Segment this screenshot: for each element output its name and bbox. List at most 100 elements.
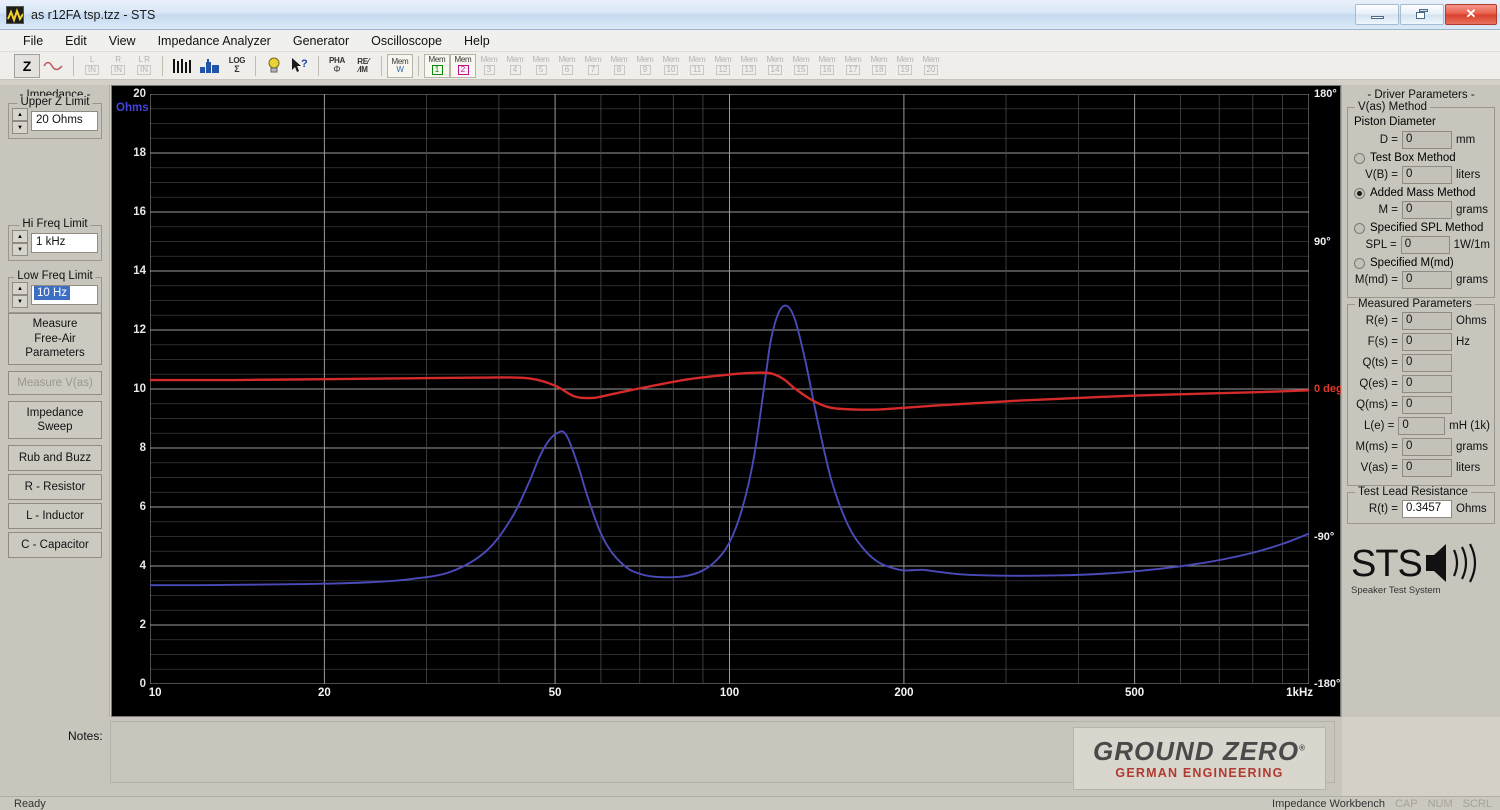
measured-input[interactable]: 0 xyxy=(1398,417,1445,435)
measured-input[interactable]: 0 xyxy=(1402,438,1452,456)
y-tick-label: 20 xyxy=(133,88,146,100)
mem-button-11[interactable]: Mem11 xyxy=(684,54,710,78)
measured-input[interactable]: 0 xyxy=(1402,459,1452,477)
rub-and-buzz-button[interactable]: Rub and Buzz xyxy=(8,445,102,471)
mem-button-17[interactable]: Mem17 xyxy=(840,54,866,78)
mem-button-18[interactable]: Mem18 xyxy=(866,54,892,78)
maximize-restore-button[interactable] xyxy=(1400,4,1444,25)
mem-button-5[interactable]: Mem5 xyxy=(528,54,554,78)
test-box-method-radio[interactable]: Test Box Method xyxy=(1354,152,1490,164)
hi-freq-input[interactable]: 1 kHz xyxy=(31,233,98,253)
mem-button-9[interactable]: Mem9 xyxy=(632,54,658,78)
radio-icon xyxy=(1354,258,1365,269)
mem-button-16[interactable]: Mem16 xyxy=(814,54,840,78)
vb-input[interactable]: 0 xyxy=(1402,166,1452,184)
mem-button-15[interactable]: Mem15 xyxy=(788,54,814,78)
mem-button-14[interactable]: Mem14 xyxy=(762,54,788,78)
mem-button-number: 7 xyxy=(588,65,599,75)
mem-button-7[interactable]: Mem7 xyxy=(580,54,606,78)
mem-button-number: 18 xyxy=(872,65,887,75)
mmd-input[interactable]: 0 xyxy=(1402,271,1452,289)
piston-diameter-label: Piston Diameter xyxy=(1354,116,1490,128)
log-freq-button[interactable]: LOGΣ xyxy=(224,54,250,78)
spectrum-button[interactable] xyxy=(168,54,196,78)
c-capacitor-button[interactable]: C - Capacitor xyxy=(8,532,102,558)
vas-method-legend: V(as) Method xyxy=(1355,101,1430,113)
mem-button-3[interactable]: Mem3 xyxy=(476,54,502,78)
measured-input[interactable]: 0 xyxy=(1402,375,1452,393)
upper-z-input[interactable]: 20 Ohms xyxy=(31,111,98,131)
mem-button-number: 2 xyxy=(458,65,469,75)
mem-button-20[interactable]: Mem20 xyxy=(918,54,944,78)
menu-oscilloscope[interactable]: Oscilloscope xyxy=(360,32,453,50)
low-freq-input[interactable]: 10 Hz xyxy=(31,285,98,305)
m-input[interactable]: 0 xyxy=(1402,201,1452,219)
mem-button-4[interactable]: Mem4 xyxy=(502,54,528,78)
waveform-button[interactable] xyxy=(40,54,68,78)
menu-generator[interactable]: Generator xyxy=(282,32,360,50)
lr-in-button[interactable]: L RIN xyxy=(131,54,157,78)
mem-button-6[interactable]: Mem6 xyxy=(554,54,580,78)
low-freq-spinner[interactable]: ▲▼ xyxy=(12,282,28,308)
mem-button-label: Mem xyxy=(845,56,862,64)
status-num: NUM xyxy=(1428,798,1453,810)
measured-input[interactable]: 0 xyxy=(1402,333,1452,351)
measured-input[interactable]: 0 xyxy=(1402,312,1452,330)
menu-impedance-analyzer[interactable]: Impedance Analyzer xyxy=(147,32,282,50)
bar-chart-button[interactable] xyxy=(196,54,224,78)
measure-vas-button[interactable]: Measure V(as) xyxy=(8,371,102,395)
c-capacitor-label: C - Capacitor xyxy=(21,538,89,552)
help-bulb-icon[interactable] xyxy=(261,54,287,78)
l-in-button[interactable]: LIN xyxy=(79,54,105,78)
measured-input[interactable]: 0 xyxy=(1402,354,1452,372)
mem-button-13[interactable]: Mem13 xyxy=(736,54,762,78)
mem-button-number: 15 xyxy=(794,65,809,75)
vb-label: V(B) = xyxy=(1352,169,1398,181)
close-button[interactable]: ✕ xyxy=(1445,4,1497,25)
impedance-sweep-button[interactable]: ImpedanceSweep xyxy=(8,401,102,439)
added-mass-method-radio[interactable]: Added Mass Method xyxy=(1354,187,1490,199)
window-title: as r12FA tsp.tzz - STS xyxy=(31,8,155,22)
y-tick-label: 6 xyxy=(140,501,146,513)
measure-free-air-parameters-button[interactable]: MeasureFree-AirParameters xyxy=(8,313,102,365)
menu-view[interactable]: View xyxy=(98,32,147,50)
hi-freq-spinner[interactable]: ▲▼ xyxy=(12,230,28,256)
mem-button-19[interactable]: Mem19 xyxy=(892,54,918,78)
piston-diameter-field-label: D = xyxy=(1352,134,1398,146)
upper-z-spinner[interactable]: ▲▼ xyxy=(12,108,28,134)
measured-row-0: R(e) =0Ohms xyxy=(1352,312,1490,330)
menu-help[interactable]: Help xyxy=(453,32,501,50)
x-tick-label: 10 xyxy=(149,687,162,699)
mem-button-2[interactable]: Mem2 xyxy=(450,54,476,78)
specified-spl-method-radio[interactable]: Specified SPL Method xyxy=(1354,222,1490,234)
mem-button-number: 12 xyxy=(716,65,731,75)
menu-edit[interactable]: Edit xyxy=(54,32,98,50)
spl-input[interactable]: 0 xyxy=(1401,236,1450,254)
mem-button-10[interactable]: Mem10 xyxy=(658,54,684,78)
specified-mmd-radio[interactable]: Specified M(md) xyxy=(1354,257,1490,269)
context-help-icon[interactable]: ? xyxy=(287,54,313,78)
l-inductor-button[interactable]: L - Inductor xyxy=(8,503,102,529)
measured-input[interactable]: 0 xyxy=(1402,396,1452,414)
memory-button-bank: Mem1Mem2Mem3Mem4Mem5Mem6Mem7Mem8Mem9Mem1… xyxy=(424,54,944,78)
mem-button-12[interactable]: Mem12 xyxy=(710,54,736,78)
radio-icon xyxy=(1354,188,1365,199)
mem-w-button[interactable]: MemW xyxy=(387,54,413,78)
re-im-button[interactable]: RE⁄⁄IM xyxy=(350,54,376,78)
vb-unit: liters xyxy=(1456,169,1480,181)
r-resistor-button[interactable]: R - Resistor xyxy=(8,474,102,500)
impedance-chart[interactable]: Ohms STS 02468101214161820 -180°-90°0 de… xyxy=(111,85,1341,717)
rt-input[interactable]: 0.3457 xyxy=(1402,500,1452,518)
toolbar-separator xyxy=(162,56,163,76)
upper-z-limit-group: Upper Z Limit ▲▼ 20 Ohms xyxy=(8,103,102,139)
piston-diameter-input[interactable]: 0 xyxy=(1402,131,1452,149)
menu-file[interactable]: File xyxy=(12,32,54,50)
added-mass-method-label: Added Mass Method xyxy=(1370,187,1475,199)
mem-button-8[interactable]: Mem8 xyxy=(606,54,632,78)
r-in-button[interactable]: RIN xyxy=(105,54,131,78)
impedance-z-button[interactable]: Z xyxy=(14,54,40,78)
minimize-button[interactable] xyxy=(1355,4,1399,25)
phase-button[interactable]: PHAΦ xyxy=(324,54,350,78)
mem-button-1[interactable]: Mem1 xyxy=(424,54,450,78)
mem-button-label: Mem xyxy=(559,56,576,64)
